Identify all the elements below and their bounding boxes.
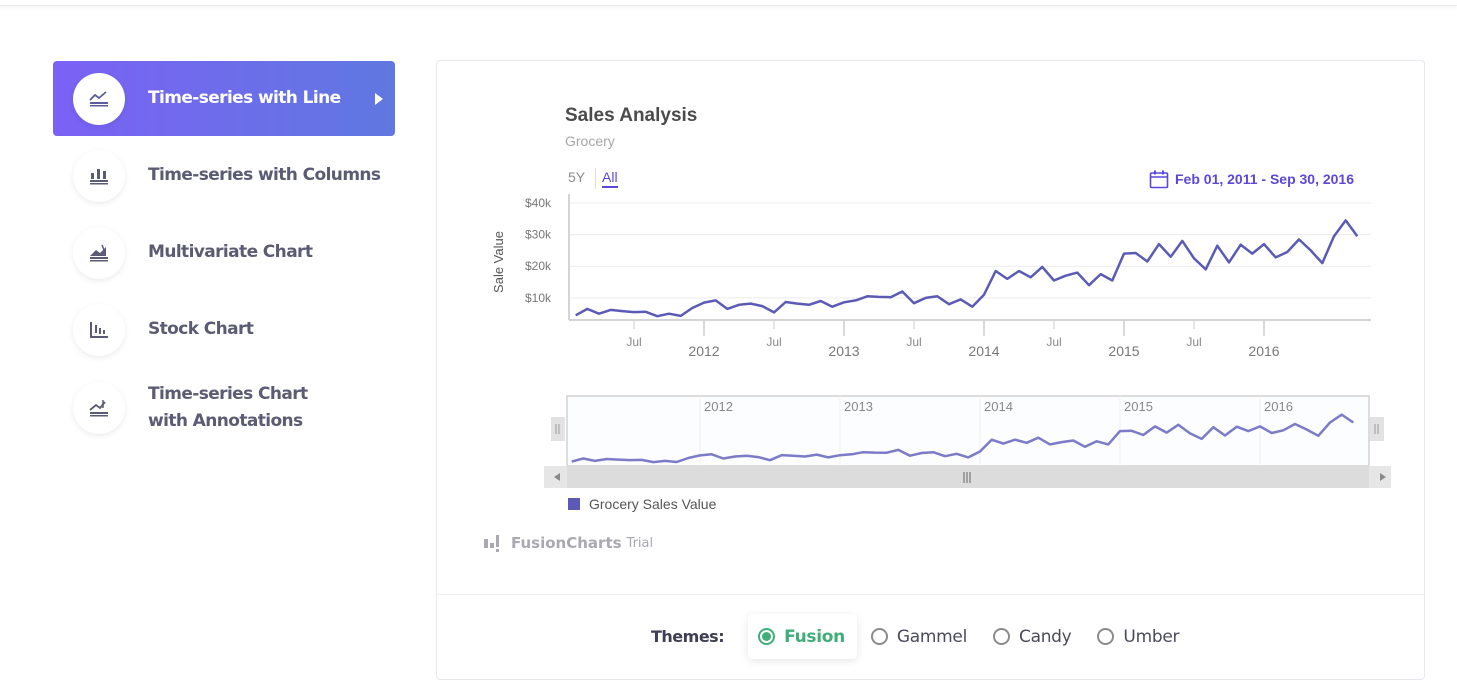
navigator-tick-label: 2013	[844, 399, 873, 414]
x-minor-tick-label: Jul	[766, 335, 781, 349]
theme-option-umber[interactable]: Umber	[1087, 614, 1191, 659]
legend-label: Grocery Sales Value	[589, 496, 717, 512]
navigator-left-handle[interactable]	[551, 417, 565, 441]
sidebar: Time-series with Line Time-series with C…	[53, 61, 395, 449]
card-divider	[437, 594, 1424, 595]
x-tick-label: 2015	[1108, 343, 1139, 359]
sidebar-item-label: Stock Chart	[148, 319, 254, 339]
y-tick-label: $10k	[525, 291, 552, 305]
multivariate-chart-icon	[73, 226, 125, 279]
theme-option-label: Fusion	[784, 626, 845, 647]
sidebar-item-label: Time-series with Line	[148, 88, 341, 108]
themes-label: Themes:	[651, 627, 725, 646]
sidebar-item-label: Time-series with Columns	[148, 165, 381, 185]
sidebar-item-time-series-line[interactable]: Time-series with Line	[53, 61, 395, 136]
watermark-brand: FusionCharts	[511, 534, 622, 552]
radio-unchecked-icon[interactable]	[1097, 628, 1115, 645]
fusioncharts-watermark: FusionCharts Trial	[483, 534, 653, 552]
theme-option-gammel[interactable]: Gammel	[861, 614, 979, 659]
sidebar-item-multivariate[interactable]: Multivariate Chart	[53, 215, 395, 290]
watermark-trial: Trial	[626, 535, 654, 551]
x-minor-tick-label: Jul	[1186, 335, 1201, 349]
x-minor-tick-label: Jul	[626, 335, 641, 349]
x-minor-tick-label: Jul	[906, 335, 921, 349]
y-tick-label: $20k	[525, 259, 552, 273]
scrollbar-thumb[interactable]	[567, 466, 1369, 488]
navigator-right-handle[interactable]	[1370, 417, 1384, 441]
chart-card: Sales Analysis Grocery 5Y All Feb 01, 20…	[436, 60, 1425, 680]
navigator-tick-label: 2012	[704, 399, 733, 414]
theme-option-label: Gammel	[896, 626, 967, 647]
annotation-chart-icon	[73, 382, 125, 434]
navigator-tick-label: 2015	[1124, 399, 1153, 414]
x-tick-label: 2012	[688, 343, 719, 359]
x-minor-tick-label: Jul	[1046, 335, 1061, 349]
theme-selector: Themes: Fusion Gammel Candy Umber	[651, 614, 1195, 659]
sidebar-item-label: Multivariate Chart	[148, 242, 313, 262]
legend-swatch	[568, 498, 580, 510]
sidebar-item-time-series-columns[interactable]: Time-series with Columns	[53, 138, 395, 213]
top-bar	[0, 0, 1457, 6]
chevron-right-icon	[375, 93, 383, 105]
fusioncharts-logo-icon	[484, 535, 499, 552]
y-axis-title: Sale Value	[491, 231, 506, 293]
radio-unchecked-icon[interactable]	[870, 628, 888, 645]
stock-chart-icon	[73, 303, 125, 356]
theme-option-fusion[interactable]: Fusion	[748, 614, 857, 659]
sidebar-item-annotations[interactable]: Time-series Chart with Annotations	[53, 369, 395, 447]
navigator-tick-label: 2016	[1264, 399, 1293, 414]
column-chart-icon	[73, 149, 125, 202]
theme-option-label: Candy	[1019, 626, 1072, 647]
legend-item[interactable]: Grocery Sales Value	[568, 496, 716, 512]
x-tick-label: 2013	[828, 343, 859, 359]
radio-checked-icon[interactable]	[758, 628, 776, 645]
navigator-tick-label: 2014	[984, 399, 1013, 414]
y-tick-label: $30k	[525, 228, 552, 242]
theme-option-candy[interactable]: Candy	[983, 614, 1083, 659]
x-tick-label: 2014	[968, 343, 999, 359]
y-tick-label: $40k	[525, 196, 552, 210]
sidebar-item-stock-chart[interactable]: Stock Chart	[53, 292, 395, 367]
sidebar-item-label: Time-series Chart with Annotations	[148, 384, 308, 431]
radio-unchecked-icon[interactable]	[993, 628, 1010, 645]
line-chart-icon	[73, 72, 125, 125]
x-tick-label: 2016	[1248, 343, 1279, 359]
theme-option-label: Umber	[1123, 626, 1180, 647]
